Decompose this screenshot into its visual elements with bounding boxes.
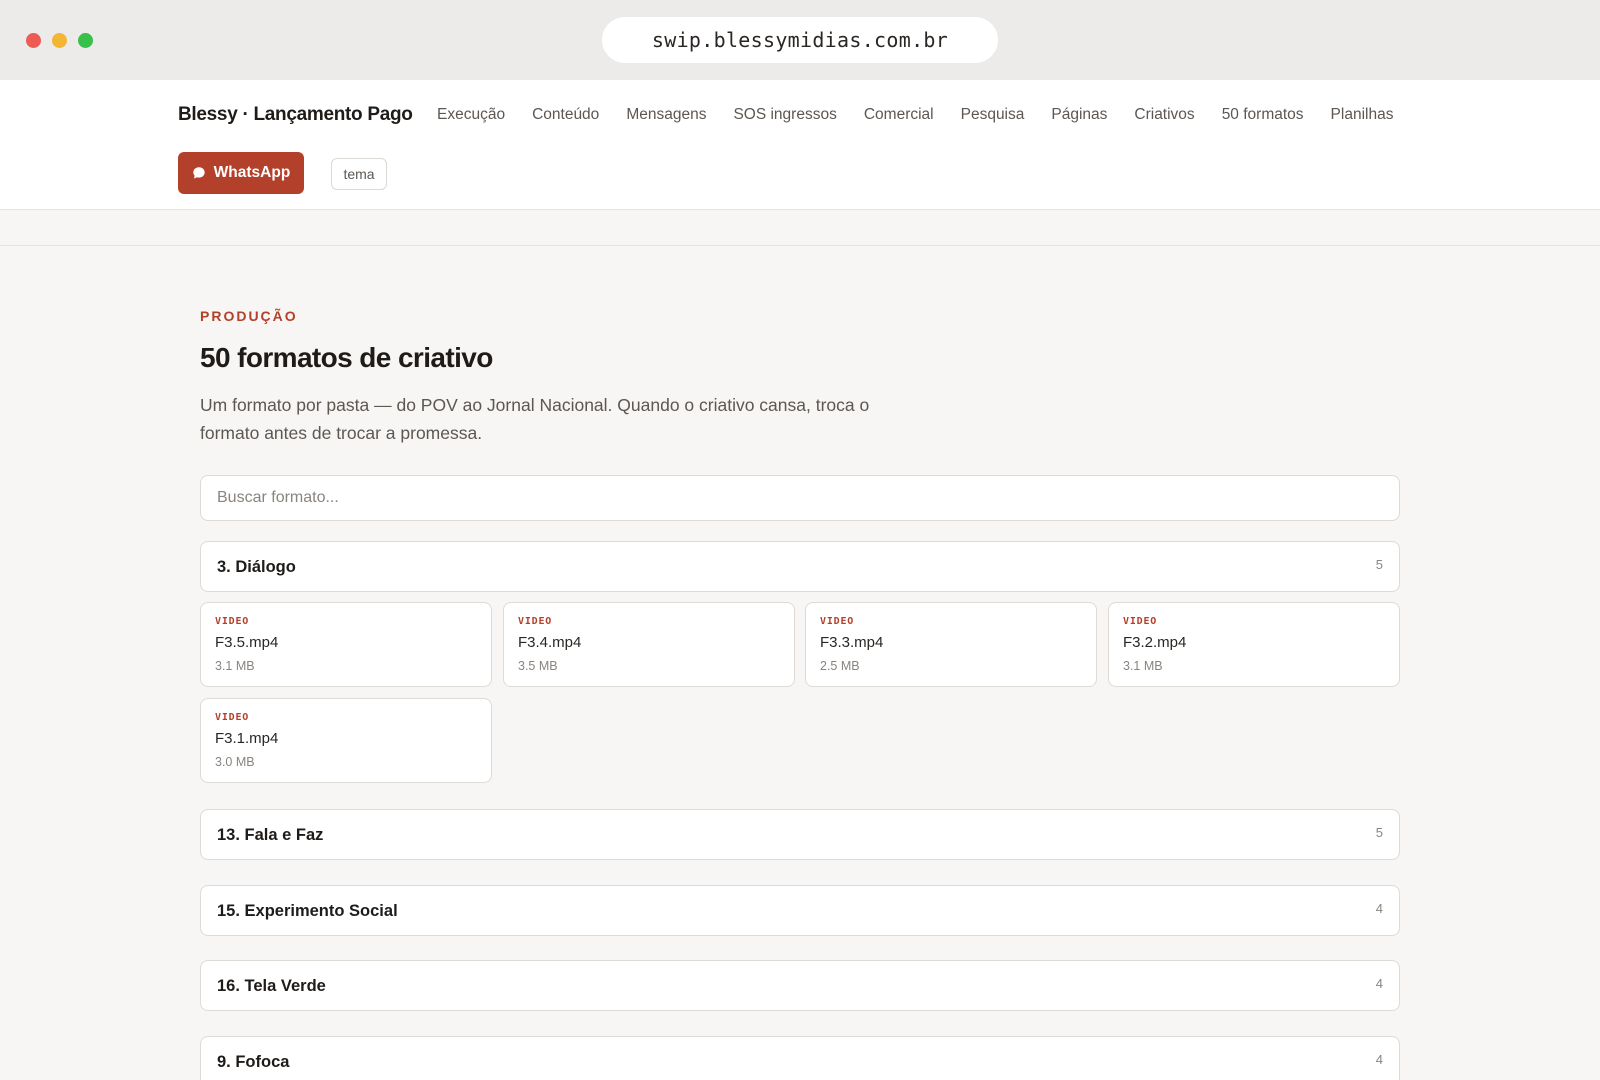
address-bar[interactable]: swip.blessymidias.com.br: [602, 17, 998, 63]
file-card[interactable]: VIDEO F3.5.mp4 3.1 MB: [200, 602, 492, 687]
format-group-header[interactable]: 9. Fofoca 4: [200, 1036, 1400, 1080]
format-group-header[interactable]: 16. Tela Verde 4: [200, 960, 1400, 1011]
format-group-header[interactable]: 13. Fala e Faz 5: [200, 809, 1400, 860]
theme-toggle-button[interactable]: tema: [331, 158, 387, 190]
group-count: 4: [1375, 976, 1383, 991]
group-count: 4: [1375, 1052, 1383, 1067]
close-window-dot[interactable]: [26, 33, 41, 48]
nav-item-conteudo[interactable]: Conteúdo: [532, 106, 599, 124]
file-name: F3.2.mp4: [1123, 634, 1187, 651]
file-size: 3.1 MB: [215, 659, 255, 673]
chat-bubble-icon: [192, 166, 206, 180]
file-card[interactable]: VIDEO F3.4.mp4 3.5 MB: [503, 602, 795, 687]
nav-item-planilhas[interactable]: Planilhas: [1331, 106, 1394, 124]
file-name: F3.5.mp4: [215, 634, 279, 651]
maximize-window-dot[interactable]: [78, 33, 93, 48]
nav-item-execucao[interactable]: Execução: [437, 106, 505, 124]
file-size: 3.5 MB: [518, 659, 558, 673]
nav-item-pesquisa[interactable]: Pesquisa: [961, 106, 1025, 124]
file-card[interactable]: VIDEO F3.2.mp4 3.1 MB: [1108, 602, 1400, 687]
group-count: 5: [1375, 825, 1383, 840]
page-description: Um formato por pasta — do POV ao Jornal …: [200, 395, 870, 443]
file-card[interactable]: VIDEO F3.3.mp4 2.5 MB: [805, 602, 1097, 687]
group-count: 5: [1375, 557, 1383, 572]
file-size: 2.5 MB: [820, 659, 860, 673]
file-card[interactable]: VIDEO F3.1.mp4 3.0 MB: [200, 698, 492, 783]
header-substrip: [0, 210, 1600, 246]
file-name: F3.3.mp4: [820, 634, 884, 651]
file-size: 3.0 MB: [215, 755, 255, 769]
group-title: 15. Experimento Social: [217, 902, 398, 920]
whatsapp-button-label: WhatsApp: [213, 164, 291, 181]
group-title: 9. Fofoca: [217, 1053, 290, 1071]
nav-item-paginas[interactable]: Páginas: [1051, 106, 1107, 124]
main-nav: Execução Conteúdo Mensagens SOS ingresso…: [437, 106, 1393, 124]
group-title: 13. Fala e Faz: [217, 826, 324, 844]
group-title: 3. Diálogo: [217, 558, 296, 576]
nav-item-sos-ingressos[interactable]: SOS ingressos: [733, 106, 836, 124]
nav-item-criativos[interactable]: Criativos: [1134, 106, 1194, 124]
search-input[interactable]: [200, 475, 1400, 521]
minimize-window-dot[interactable]: [52, 33, 67, 48]
file-type-label: VIDEO: [1123, 616, 1158, 627]
section-eyebrow: PRODUÇÃO: [200, 308, 298, 324]
group-title: 16. Tela Verde: [217, 977, 326, 995]
brand-title[interactable]: Blessy · Lançamento Pago: [178, 104, 413, 126]
browser-chrome: swip.blessymidias.com.br: [0, 0, 1600, 80]
file-name: F3.1.mp4: [215, 730, 279, 747]
format-group-header[interactable]: 15. Experimento Social 4: [200, 885, 1400, 936]
file-size: 3.1 MB: [1123, 659, 1163, 673]
file-type-label: VIDEO: [518, 616, 553, 627]
nav-item-50-formatos[interactable]: 50 formatos: [1222, 106, 1304, 124]
file-type-label: VIDEO: [215, 712, 250, 723]
group-count: 4: [1375, 901, 1383, 916]
file-type-label: VIDEO: [820, 616, 855, 627]
nav-item-comercial[interactable]: Comercial: [864, 106, 934, 124]
file-name: F3.4.mp4: [518, 634, 582, 651]
whatsapp-button[interactable]: WhatsApp: [178, 152, 304, 194]
format-group-header[interactable]: 3. Diálogo 5: [200, 541, 1400, 592]
file-type-label: VIDEO: [215, 616, 250, 627]
nav-item-mensagens[interactable]: Mensagens: [626, 106, 706, 124]
page-title: 50 formatos de criativo: [200, 342, 493, 373]
